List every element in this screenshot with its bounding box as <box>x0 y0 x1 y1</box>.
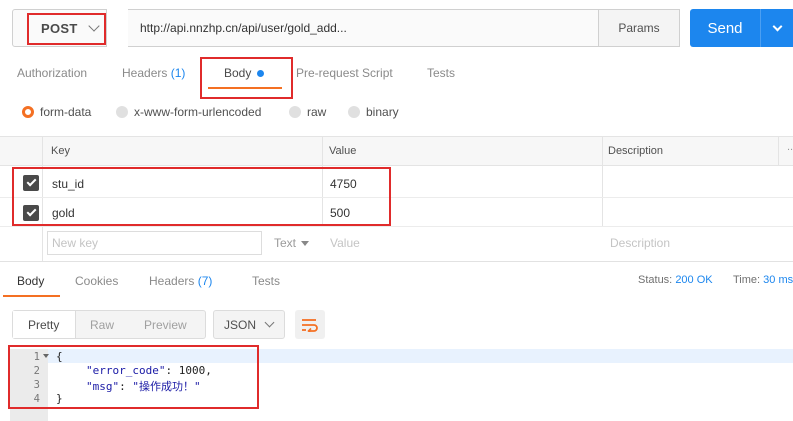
radio-icon <box>348 106 360 118</box>
view-mode-raw[interactable]: Raw <box>90 318 114 332</box>
url-text: http://api.nnzhp.cn/api/user/gold_add... <box>140 21 347 35</box>
url-input[interactable]: http://api.nnzhp.cn/api/user/gold_add... <box>128 9 599 47</box>
params-table-header <box>0 136 793 166</box>
response-tab-body[interactable]: Body <box>17 274 44 288</box>
send-button[interactable]: Send <box>690 9 760 47</box>
view-mode-pretty[interactable]: Pretty <box>28 318 59 332</box>
annotation-box-method <box>27 13 106 45</box>
wrap-lines-button[interactable] <box>295 310 325 339</box>
response-tab-tests[interactable]: Tests <box>252 274 280 288</box>
annotation-box-body-tab <box>200 57 293 99</box>
status-value: 200 OK <box>675 274 713 286</box>
radio-raw[interactable]: raw <box>289 104 326 120</box>
params-button[interactable]: Params <box>598 9 680 47</box>
chevron-down-icon <box>772 21 782 31</box>
response-tab-cookies[interactable]: Cookies <box>75 274 118 288</box>
new-description-input[interactable]: Description <box>610 236 670 250</box>
response-tab-headers-label: Headers <box>149 274 195 288</box>
radio-label: binary <box>366 105 399 119</box>
tab-headers-count: (1) <box>170 66 186 80</box>
radio-label: raw <box>307 105 327 119</box>
radio-selected-icon <box>22 106 34 118</box>
radio-icon <box>289 106 301 118</box>
caret-down-icon <box>301 240 310 246</box>
new-key-placeholder: New key <box>52 236 99 250</box>
column-divider <box>778 136 779 166</box>
format-select[interactable]: JSON <box>213 310 285 339</box>
radio-icon <box>116 106 128 118</box>
tab-tests[interactable]: Tests <box>427 66 455 80</box>
send-options-button[interactable] <box>760 9 793 47</box>
chevron-down-icon <box>264 317 275 328</box>
response-tab-headers[interactable]: Headers (7) <box>149 274 212 288</box>
radio-form-data[interactable]: form-data <box>22 104 91 120</box>
more-columns-icon[interactable]: ... <box>787 141 793 153</box>
tab-headers[interactable]: Headers (1) <box>122 66 185 80</box>
time-label: Time: <box>733 274 761 286</box>
status-label: Status: <box>638 274 673 286</box>
format-label: JSON <box>224 317 257 332</box>
row-divider <box>0 226 793 227</box>
tab-headers-label: Headers <box>122 66 168 80</box>
column-divider <box>602 136 603 226</box>
wrap-lines-icon <box>302 318 318 332</box>
radio-x-www-form-urlencoded[interactable]: x-www-form-urlencoded <box>116 104 261 120</box>
response-time: Time: 30 ms <box>733 274 793 286</box>
radio-label: form-data <box>40 105 92 119</box>
time-value: 30 ms <box>763 274 793 286</box>
annotation-box-response <box>8 345 259 409</box>
response-divider <box>0 261 793 262</box>
tab-prerequest-script[interactable]: Pre-request Script <box>296 66 393 80</box>
param-type-label: Text <box>274 236 297 250</box>
new-key-input[interactable]: New key <box>47 231 262 255</box>
column-header-value: Value <box>329 145 357 157</box>
radio-label: x-www-form-urlencoded <box>134 105 262 119</box>
active-tab-indicator <box>3 295 60 297</box>
view-mode-preview[interactable]: Preview <box>144 318 187 332</box>
param-type-select[interactable]: Text <box>274 236 310 250</box>
tab-authorization[interactable]: Authorization <box>17 66 87 80</box>
response-status: Status: 200 OK <box>638 274 713 286</box>
annotation-box-params <box>12 167 391 226</box>
column-header-key: Key <box>51 145 70 157</box>
radio-binary[interactable]: binary <box>348 104 399 120</box>
column-header-description: Description <box>608 145 664 157</box>
response-tab-headers-count: (7) <box>197 274 213 288</box>
new-value-input[interactable]: Value <box>330 236 360 250</box>
